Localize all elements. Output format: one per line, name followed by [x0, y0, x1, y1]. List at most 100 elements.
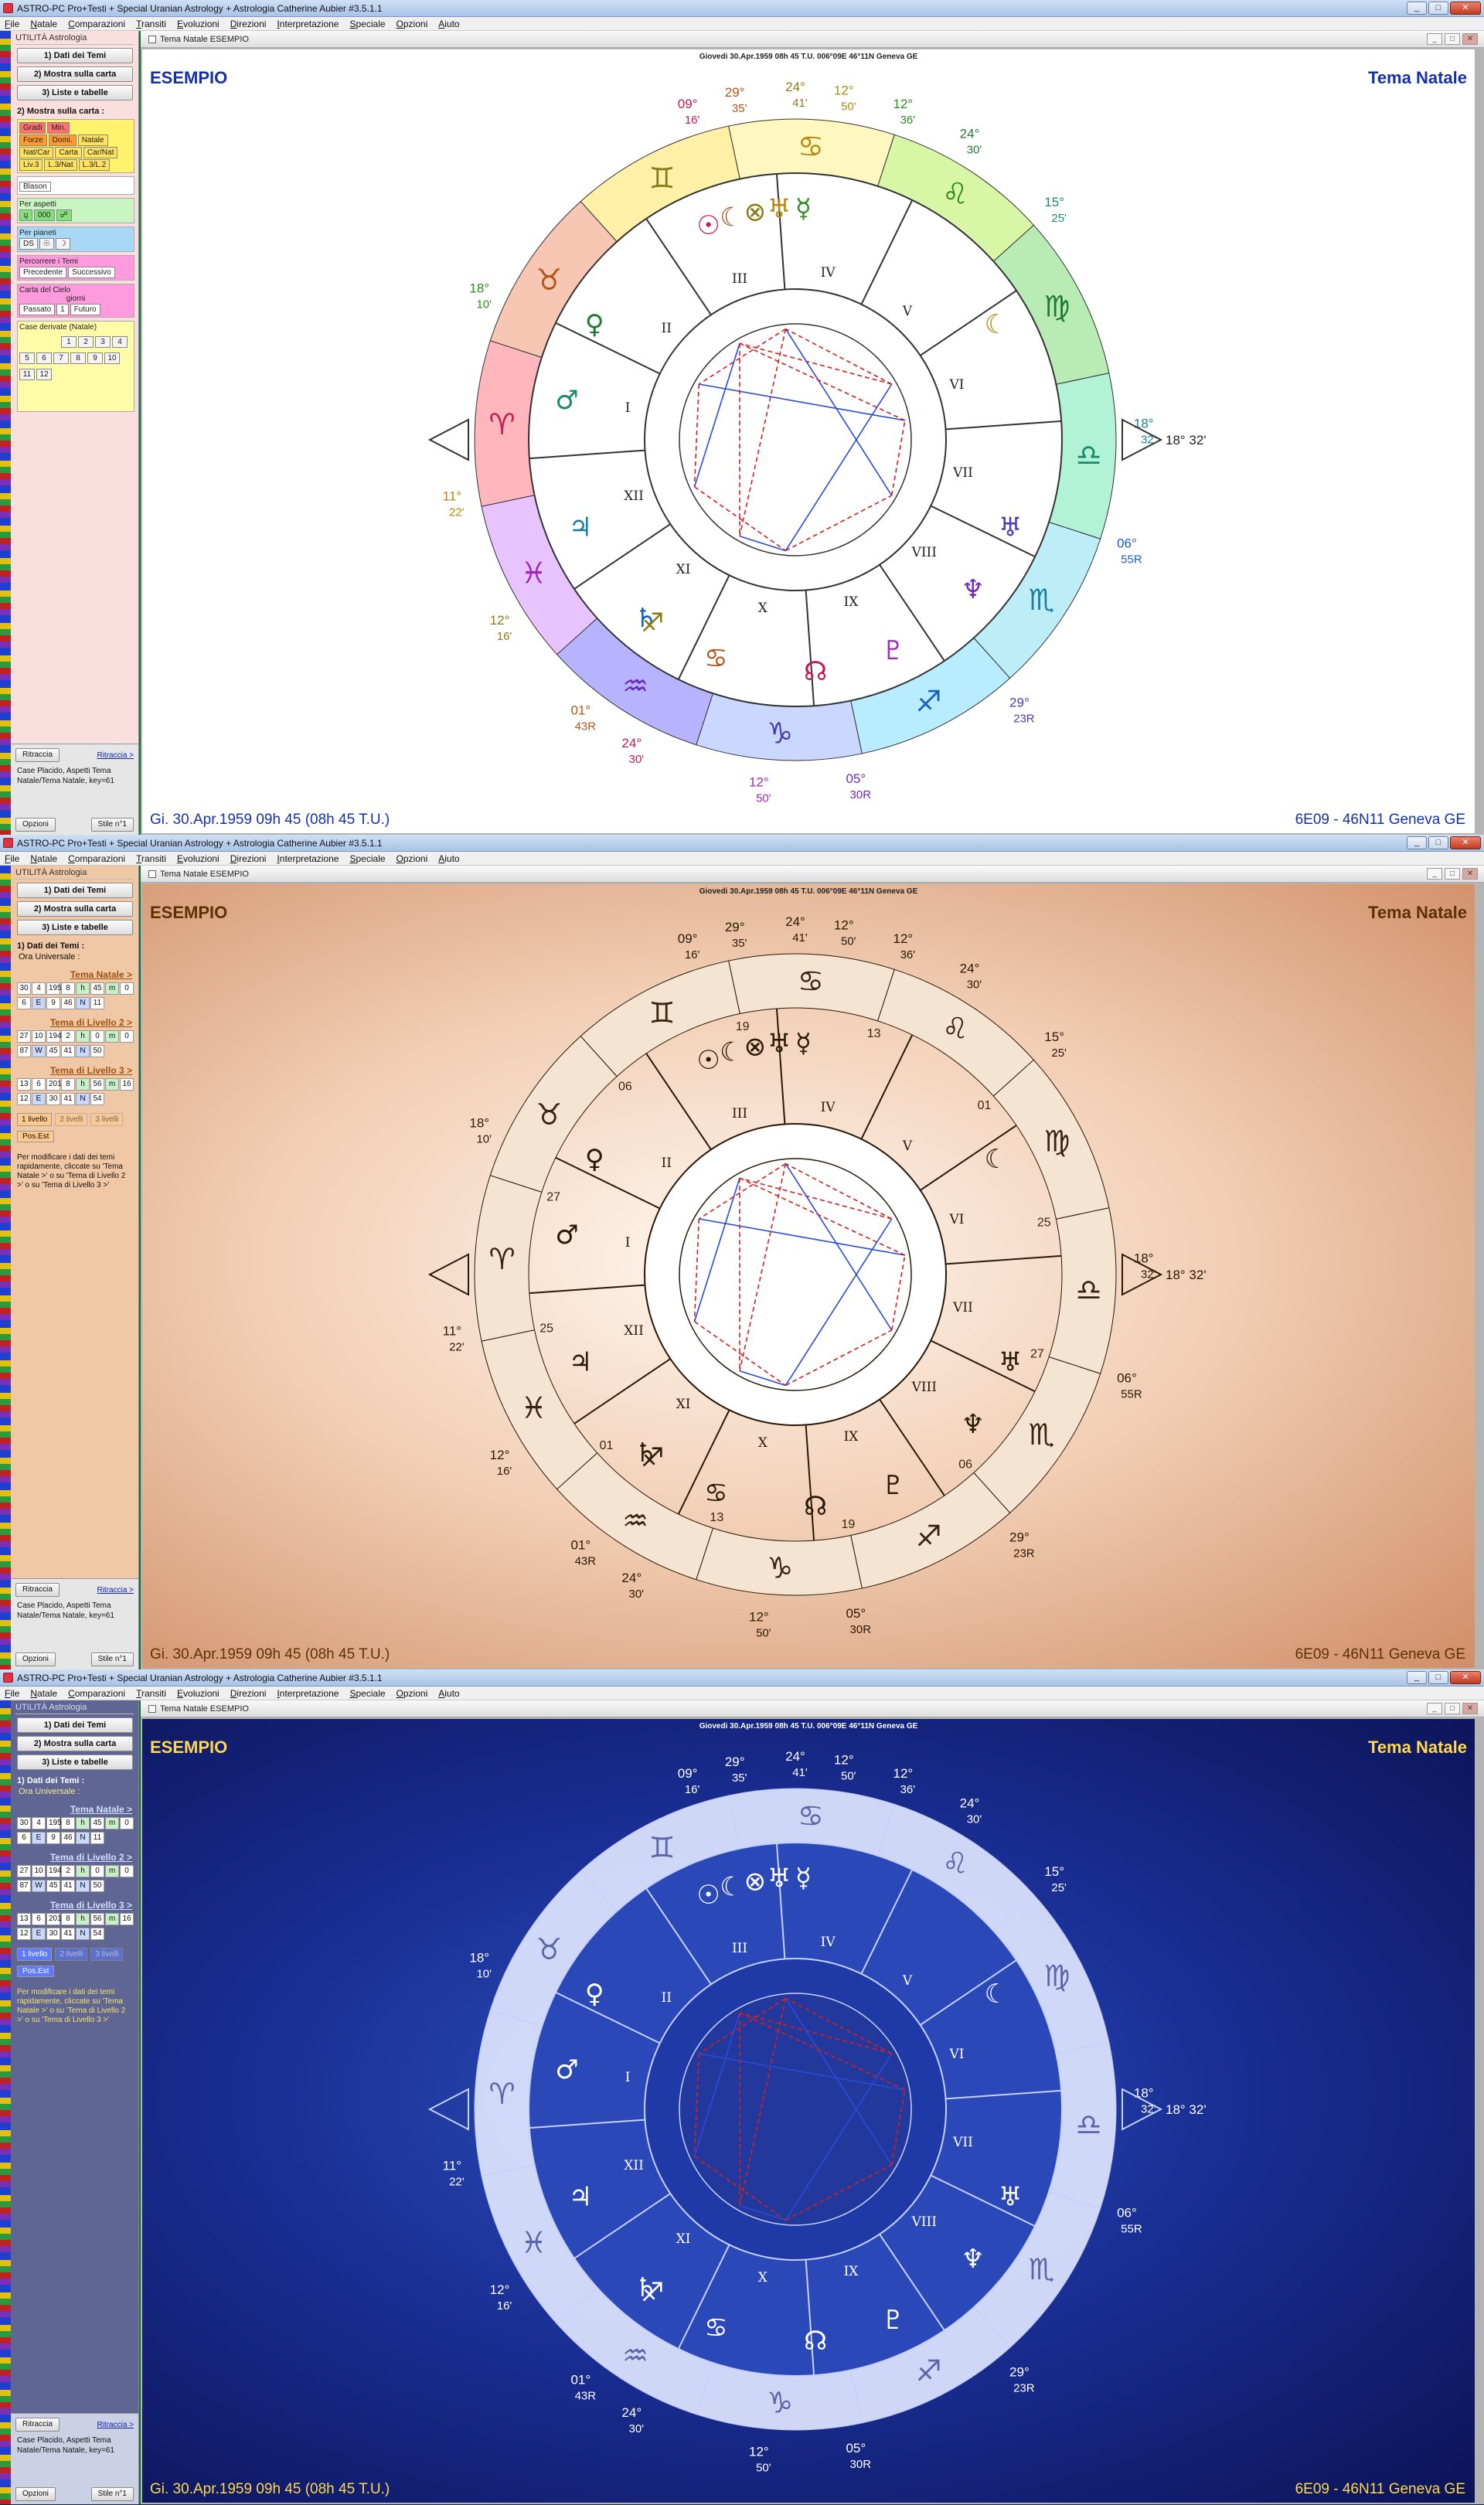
tema-livello3-link[interactable]: Tema di Livello 3 > — [17, 1900, 132, 1911]
house-8-button[interactable]: 8 — [70, 352, 86, 364]
natale-minute[interactable]: 45 — [90, 1817, 104, 1829]
liv3-second[interactable]: 16 — [120, 1078, 134, 1091]
liv2-year[interactable]: 1947 — [46, 1865, 66, 1877]
stile-button[interactable]: Stile n°1 — [90, 818, 134, 832]
aspect-minor-button[interactable]: 000 — [33, 209, 55, 221]
natale-lon-min[interactable]: 9 — [46, 1832, 60, 1844]
liv3-month[interactable]: 6 — [32, 1913, 46, 1925]
house-10-button[interactable]: 10 — [104, 352, 120, 364]
ritraccia-link[interactable]: Ritraccia > — [97, 1586, 134, 1595]
nav-dati-temi-button[interactable]: 1) Dati dei Temi — [17, 883, 133, 898]
liv2-second[interactable]: 0 — [120, 1865, 134, 1877]
natale-lon-dir[interactable]: E — [32, 1832, 46, 1844]
ritraccia-button[interactable]: Ritraccia — [15, 748, 60, 762]
liv3-lat-min[interactable]: 54 — [90, 1093, 104, 1105]
menu-direzioni[interactable]: Direzioni — [230, 19, 267, 29]
aspect-opposition-button[interactable]: ☍ — [56, 209, 72, 221]
stile-button[interactable]: Stile n°1 — [90, 1652, 134, 1666]
menu-comparazioni[interactable]: Comparazioni — [68, 1688, 125, 1699]
liv2-second[interactable]: 0 — [120, 1030, 134, 1043]
liv2-lon-deg[interactable]: 87 — [17, 1880, 31, 1892]
child-maximize-button[interactable]: □ — [1445, 1703, 1460, 1714]
natale-lon-dir[interactable]: E — [32, 997, 46, 1009]
liv2-minute[interactable]: 0 — [90, 1030, 104, 1043]
natale-year[interactable]: 1959 — [46, 1817, 66, 1829]
three-levels-button[interactable]: 3 livelli — [90, 1113, 124, 1126]
close-button[interactable]: ✕ — [1450, 2, 1481, 15]
liv2-lat-dir[interactable]: N — [76, 1880, 90, 1892]
house-2-button[interactable]: 2 — [78, 336, 94, 348]
liv3-day[interactable]: 13 — [17, 1913, 31, 1925]
natale-hour[interactable]: 8 — [61, 982, 75, 995]
menu-opzioni[interactable]: Opzioni — [397, 19, 428, 29]
natale-lat-dir[interactable]: N — [76, 997, 90, 1009]
menu-direzioni[interactable]: Direzioni — [230, 853, 267, 864]
pos-est-button[interactable]: Pos.Est — [17, 1966, 55, 1977]
sun-button[interactable]: ☉ — [39, 238, 54, 250]
liv3-month[interactable]: 6 — [32, 1078, 46, 1091]
house-3-button[interactable]: 3 — [95, 336, 111, 348]
natale-second[interactable]: 0 — [120, 982, 134, 995]
liv3-lat-dir[interactable]: N — [76, 1928, 90, 1940]
natale-lon-deg[interactable]: 6 — [17, 1832, 31, 1844]
menu-speciale[interactable]: Speciale — [349, 1688, 385, 1699]
tema-livello2-link[interactable]: Tema di Livello 2 > — [17, 1017, 132, 1028]
nav-mostra-carta-button[interactable]: 2) Mostra sulla carta — [17, 901, 133, 917]
natale-lon-deg[interactable]: 6 — [17, 997, 31, 1009]
l3-l2-button[interactable]: L.3/L.2 — [78, 159, 111, 171]
house-11-button[interactable]: 11 — [19, 369, 35, 380]
natale-month[interactable]: 4 — [32, 1817, 46, 1829]
ritraccia-button[interactable]: Ritraccia — [15, 1583, 60, 1597]
two-levels-button[interactable]: 2 livelli — [55, 1948, 88, 1961]
menu-transiti[interactable]: Transiti — [136, 853, 166, 864]
natale-lat-min[interactable]: 11 — [90, 1832, 104, 1844]
liv3-hour[interactable]: 8 — [61, 1078, 75, 1091]
minimize-button[interactable]: _ — [1407, 836, 1427, 849]
min-button[interactable]: Min. — [47, 122, 70, 134]
liv2-month[interactable]: 10 — [32, 1865, 46, 1877]
menu-file[interactable]: File — [5, 853, 19, 864]
tema-natale-link[interactable]: Tema Natale > — [17, 1804, 132, 1815]
natale-day[interactable]: 30 — [17, 982, 31, 995]
nav-liste-tabelle-button[interactable]: 3) Liste e tabelle — [17, 920, 133, 935]
minimize-button[interactable]: _ — [1407, 2, 1427, 15]
liv3-year[interactable]: 2013 — [46, 1913, 66, 1925]
domi-button[interactable]: Domi. — [48, 134, 77, 146]
opzioni-button[interactable]: Opzioni — [15, 2487, 56, 2501]
natale-lat-min[interactable]: 11 — [90, 997, 104, 1009]
menu-evoluzioni[interactable]: Evoluzioni — [177, 1688, 220, 1699]
blason-button[interactable]: Blason — [19, 182, 51, 192]
menu-aiuto[interactable]: Aiuto — [438, 853, 459, 864]
liv3-lat-deg[interactable]: 41 — [61, 1928, 75, 1940]
natale-month[interactable]: 4 — [32, 982, 46, 995]
liv3-lon-deg[interactable]: 12 — [17, 1928, 31, 1940]
car-nat-button[interactable]: Car/Nat — [83, 147, 118, 158]
menu-transiti[interactable]: Transiti — [136, 1688, 166, 1699]
liv3-lon-dir[interactable]: E — [32, 1928, 46, 1940]
natal-wheel[interactable]: ♈♉♊♋♌♍♎♏♐♑♒♓IIIIII IVVVIVIIVIIIIXXXIXII☉ ☾… — [142, 49, 1448, 822]
child-maximize-button[interactable]: □ — [1445, 33, 1460, 45]
liv3-minute[interactable]: 56 — [90, 1078, 104, 1091]
house-1-button[interactable]: 1 — [61, 336, 77, 348]
menu-transiti[interactable]: Transiti — [136, 19, 166, 29]
nav-liste-tabelle-button[interactable]: 3) Liste e tabelle — [17, 85, 133, 100]
pos-est-button[interactable]: Pos.Est — [17, 1131, 55, 1142]
house-7-button[interactable]: 7 — [53, 352, 69, 364]
liv3-hour[interactable]: 8 — [61, 1913, 75, 1925]
menu-speciale[interactable]: Speciale — [349, 853, 385, 864]
three-levels-button[interactable]: 3 livelli — [90, 1948, 124, 1961]
child-close-button[interactable]: ✕ — [1462, 1703, 1478, 1714]
nav-mostra-carta-button[interactable]: 2) Mostra sulla carta — [17, 1736, 133, 1751]
menu-interpretazione[interactable]: Interpretazione — [277, 19, 339, 29]
menu-interpretazione[interactable]: Interpretazione — [277, 853, 339, 864]
aspect-quincunx-button[interactable]: ⚼ — [19, 209, 32, 221]
liv3-lon-min[interactable]: 30 — [46, 1928, 60, 1940]
liv2-lat-min[interactable]: 50 — [90, 1880, 104, 1892]
maximize-button[interactable]: □ — [1428, 1671, 1448, 1684]
liv2-lat-min[interactable]: 50 — [90, 1045, 104, 1057]
natal-wheel[interactable]: ♈♉♊♋♌♍♎♏♐♑♒♓IIIIII IVVVIVIIVIIIIXXXIXII☉ ☾… — [142, 1719, 1448, 2492]
house-5-button[interactable]: 5 — [19, 352, 35, 364]
maximize-button[interactable]: □ — [1428, 2, 1448, 15]
natale-day[interactable]: 30 — [17, 1817, 31, 1829]
menu-file[interactable]: File — [5, 19, 19, 29]
